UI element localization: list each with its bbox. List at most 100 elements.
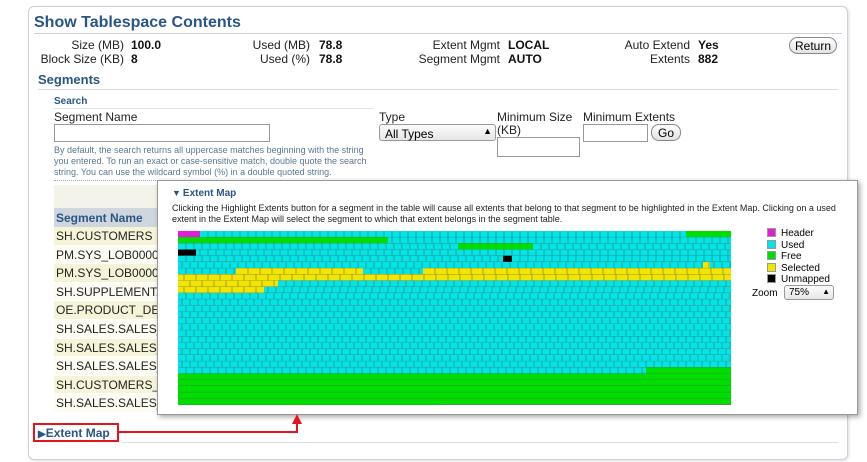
extent-segment-r2-2[interactable] <box>533 243 731 250</box>
table-row[interactable]: OE.PRODUCT_DES <box>54 301 174 320</box>
extent-segment-r12-0[interactable] <box>178 305 731 312</box>
search-heading: Search <box>54 96 88 107</box>
extent-segment-r4-0[interactable] <box>178 255 503 262</box>
extent-segment-r13-0[interactable] <box>178 311 731 318</box>
segment-mgmt-value: AUTO <box>508 52 542 66</box>
table-row[interactable]: SH.CUSTOMERS_F <box>54 375 174 395</box>
table-row[interactable]: PM.SYS_LOB0000 <box>54 264 174 283</box>
extent-segment-r4-1[interactable] <box>503 255 512 262</box>
extent-segment-r4-2[interactable] <box>512 255 731 262</box>
min-size-unit: (KB) <box>497 123 521 137</box>
legend-swatch-free <box>767 251 776 260</box>
extent-segment-r16-0[interactable] <box>178 330 731 337</box>
extent-segment-r6-0[interactable] <box>178 268 236 275</box>
extent-segment-r22-1[interactable] <box>646 367 731 374</box>
expand-triangle-icon: ▶ <box>38 429 46 440</box>
used-mb-label: Used (MB) <box>252 38 310 52</box>
extent-map-popup-title[interactable]: ▼ Extent Map <box>172 188 236 199</box>
extent-segment-r24-0[interactable] <box>178 379 731 386</box>
zoom-select-value: 75% <box>789 287 810 298</box>
extent-map-description: Clicking the Highlight Extents button fo… <box>172 203 836 224</box>
expand-triangle-icon: ▼ <box>172 188 181 198</box>
legend-swatch-header <box>767 228 776 237</box>
table-row[interactable]: SH.SALES.SALES_ <box>54 319 174 339</box>
extent-segment-r19-0[interactable] <box>178 348 731 355</box>
extent-segment-r2-0[interactable] <box>178 243 458 250</box>
segments-divider <box>38 89 838 90</box>
extent-segment-r9-0[interactable] <box>178 286 264 293</box>
used-pct-label: Used (%) <box>259 52 310 66</box>
extent-segment-r0-2[interactable] <box>686 231 731 238</box>
extent-map-section-toggle[interactable]: ▶Extent Map <box>38 426 110 440</box>
extent-segment-r6-3[interactable] <box>423 268 731 275</box>
zoom-select[interactable]: 75% ▲ <box>784 285 834 300</box>
extent-segment-r11-0[interactable] <box>178 299 731 306</box>
extent-segment-r7-0[interactable] <box>178 274 731 281</box>
segments-section-title: Segments <box>38 72 101 87</box>
extent-segment-r23-0[interactable] <box>178 373 731 380</box>
block-size-label: Block Size (KB) <box>40 52 124 66</box>
min-size-input[interactable] <box>497 137 580 157</box>
segment-mgmt-label: Segment Mgmt <box>418 52 500 66</box>
extent-segment-r1-0[interactable] <box>178 237 388 244</box>
legend-item-header: Header <box>767 228 830 239</box>
legend-item-used: Used <box>767 239 830 251</box>
title-divider <box>34 33 842 34</box>
page-title: Show Tablespace Contents <box>34 14 241 31</box>
table-row[interactable]: SH.CUSTOMERS <box>54 227 174 246</box>
min-extents-input[interactable] <box>583 124 648 142</box>
min-size-label: Minimum Size <box>497 110 573 124</box>
extent-segment-r26-0[interactable] <box>178 392 731 399</box>
extent-map-grid[interactable] <box>178 231 731 405</box>
extent-segment-r20-0[interactable] <box>178 355 731 362</box>
updown-arrow-icon: ▲ <box>822 287 830 296</box>
table-row[interactable]: PM.SYS_LOB0000 <box>54 245 174 265</box>
extent-segment-r3-1[interactable] <box>196 249 731 256</box>
extent-segment-r2-1[interactable] <box>458 243 533 250</box>
extent-segment-r0-1[interactable] <box>200 231 686 238</box>
type-label: Type <box>379 110 406 124</box>
table-row[interactable]: SH.SALES.SALES_ <box>54 394 174 413</box>
extent-map-section-title: Extent Map <box>45 426 110 440</box>
segment-name-label: Segment Name <box>54 110 138 124</box>
segment-name-column-header[interactable]: Segment Name <box>56 211 143 225</box>
extent-segment-r1-1[interactable] <box>388 237 731 244</box>
extent-segment-r22-0[interactable] <box>178 367 646 374</box>
table-row[interactable]: SH.SALES.SALES_ <box>54 357 174 376</box>
extent-segment-r8-1[interactable] <box>278 280 731 287</box>
extent-segment-r0-0[interactable] <box>178 231 200 238</box>
extent-segment-r25-0[interactable] <box>178 386 731 393</box>
extent-segment-r27-0[interactable] <box>178 398 731 405</box>
extents-value: 882 <box>698 52 719 66</box>
extent-segment-r5-2[interactable] <box>710 262 731 269</box>
legend-swatch-unmapped <box>767 274 776 283</box>
extent-segment-r17-0[interactable] <box>178 336 731 343</box>
legend-item-free: Free <box>767 251 830 262</box>
extent-segment-r21-0[interactable] <box>178 361 731 368</box>
extent-segment-r8-0[interactable] <box>178 280 278 287</box>
extent-segment-r5-0[interactable] <box>178 262 703 269</box>
extent-segment-r14-0[interactable] <box>178 317 731 324</box>
table-row[interactable]: SH.SUPPLEMENTAI <box>54 282 174 302</box>
go-button[interactable]: Go <box>651 124 681 141</box>
extent-segment-r18-0[interactable] <box>178 342 731 349</box>
extent-segment-r15-0[interactable] <box>178 324 731 331</box>
dotted-divider <box>54 180 174 181</box>
segment-table-rows: SH.CUSTOMERS PM.SYS_LOB0000 PM.SYS_LOB00… <box>54 227 174 413</box>
extent-map-popup: ▼ Extent Map Clicking the Highlight Exten… <box>157 180 858 415</box>
extent-map-legend: Header Used Free Selected Unmapped <box>767 228 830 286</box>
table-row[interactable]: SH.SALES.SALES_ <box>54 338 174 358</box>
extent-segment-r9-1[interactable] <box>264 286 731 293</box>
legend-item-selected: Selected <box>767 262 830 274</box>
block-size-value: 8 <box>131 52 138 66</box>
search-divider <box>54 108 374 109</box>
auto-extend-label: Auto Extend <box>624 38 690 52</box>
extent-segment-r10-0[interactable] <box>178 293 731 300</box>
size-mb-value: 100.0 <box>131 38 162 52</box>
type-select[interactable]: All Types ▲ <box>379 124 496 141</box>
extent-segment-r3-0[interactable] <box>178 249 196 256</box>
extent-segment-r6-2[interactable] <box>363 268 423 275</box>
segment-name-input[interactable] <box>54 124 270 142</box>
return-button[interactable]: Return <box>789 37 837 54</box>
callout-connector-line <box>296 423 298 433</box>
